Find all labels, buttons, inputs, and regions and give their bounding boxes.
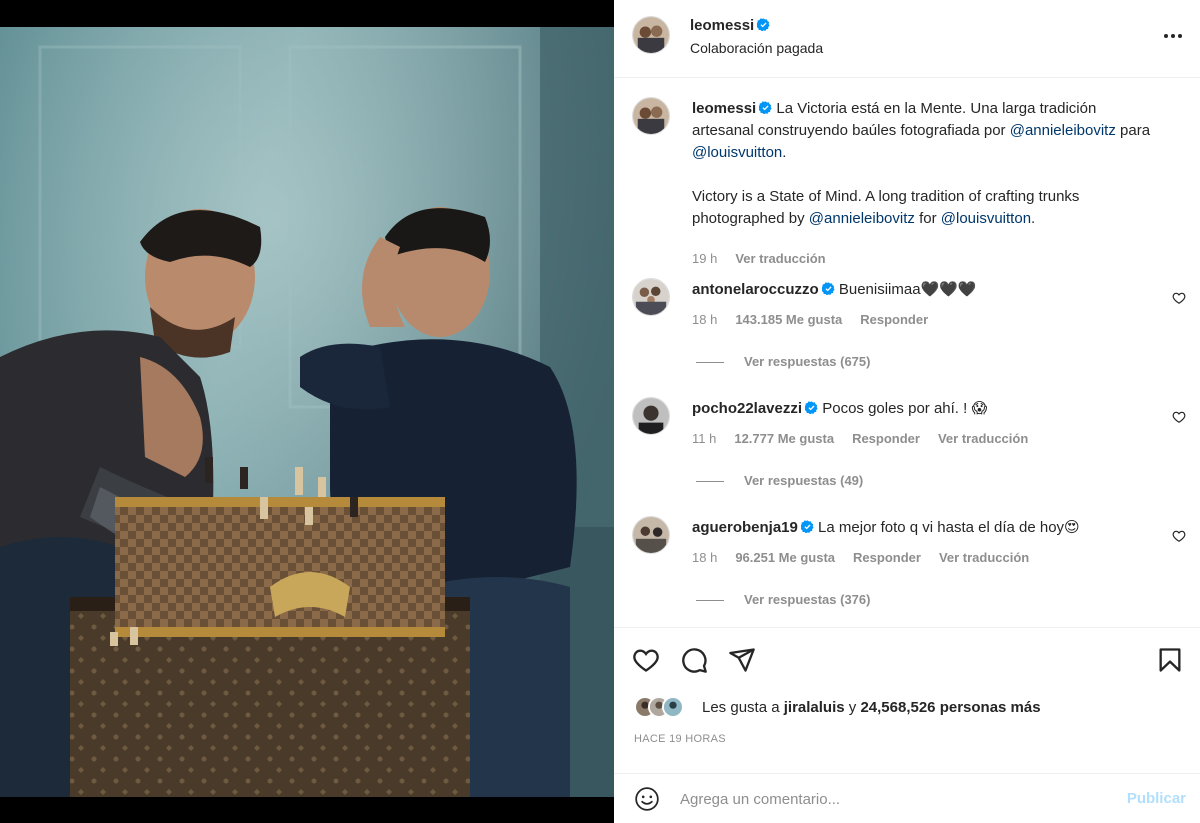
action-bar: Les gusta a jiralaluis y 24,568,526 pers… <box>614 627 1200 787</box>
commenter-avatar[interactable] <box>632 278 670 316</box>
verified-icon <box>805 401 818 414</box>
verified-icon <box>759 101 772 114</box>
verified-icon <box>757 18 770 31</box>
author-username[interactable]: leomessi <box>690 17 770 34</box>
post-timestamp[interactable]: HACE 19 HORAS <box>634 733 726 745</box>
post-panel: leomessi Colaboración pagada leomessi La… <box>614 0 1200 823</box>
comment-meta: 18 h 96.251 Me gusta Responder Ver traducci… <box>692 550 1047 565</box>
post-header: leomessi Colaboración pagada <box>614 0 1200 78</box>
likes-joiner: y <box>848 699 857 716</box>
view-replies-button[interactable]: Ver respuestas (675) <box>696 354 870 369</box>
mention-link[interactable]: @louisvuitton <box>692 144 782 161</box>
replies-divider <box>696 362 724 364</box>
caption-es-mid: para <box>1120 122 1151 139</box>
caption-meta: 19 h Ver traducción <box>692 251 844 266</box>
comment-likes[interactable]: 12.777 Me gusta <box>734 431 834 446</box>
comment-time[interactable]: 11 h <box>692 431 716 446</box>
view-replies-button[interactable]: Ver respuestas (376) <box>696 592 870 607</box>
comment-text: pocho22lavezzi Pocos goles por ahí. ! 😱 <box>692 398 1162 420</box>
replies-count: Ver respuestas (49) <box>744 473 864 488</box>
view-replies-button[interactable]: Ver respuestas (49) <box>696 473 863 488</box>
translate-link[interactable]: Ver traducción <box>938 431 1028 446</box>
replies-divider <box>696 600 724 602</box>
liker-username[interactable]: jiralaluis <box>784 699 845 716</box>
comments-section[interactable]: leomessi La Victoria está en la Mente. U… <box>614 79 1200 627</box>
comment-text: antonelaroccuzzo Buenisiimaa🖤🖤🖤 <box>692 279 1162 301</box>
replies-count: Ver respuestas (376) <box>744 592 871 607</box>
share-icon[interactable] <box>728 646 756 674</box>
emoji-icon[interactable] <box>634 786 660 812</box>
translate-link[interactable]: Ver traducción <box>939 550 1029 565</box>
add-comment-bar: Publicar <box>614 773 1200 823</box>
caption-time[interactable]: 19 h <box>692 251 717 266</box>
liker-avatar <box>662 696 684 718</box>
comment-content: Buenisiimaa🖤🖤🖤 <box>838 281 977 298</box>
reply-button[interactable]: Responder <box>852 431 920 446</box>
author-avatar[interactable] <box>632 16 670 54</box>
post-image[interactable] <box>0 0 614 823</box>
caption-en-end: . <box>1031 210 1036 227</box>
comment-likes[interactable]: 96.251 Me gusta <box>735 550 835 565</box>
likes-count[interactable]: 24,568,526 personas más <box>860 699 1040 716</box>
comment-meta: 18 h 143.185 Me gusta Responder <box>692 312 946 327</box>
commenter-username[interactable]: pocho22lavezzi <box>692 400 802 417</box>
heart-icon[interactable] <box>632 646 660 674</box>
comment-meta: 11 h 12.777 Me gusta Responder Ver traducci… <box>692 431 1046 446</box>
caption-username[interactable]: leomessi <box>692 100 756 117</box>
comment-likes[interactable]: 143.185 Me gusta <box>735 312 842 327</box>
comment-content: Pocos goles por ahí. ! 😱 <box>822 400 988 417</box>
chess-photo <box>0 27 614 797</box>
comment-icon[interactable] <box>680 646 708 674</box>
comment-text: aguerobenja19 La mejor foto q vi hasta e… <box>692 517 1162 539</box>
reply-button[interactable]: Responder <box>853 550 921 565</box>
verified-icon <box>821 282 835 295</box>
paid-partnership-label[interactable]: Colaboración pagada <box>690 40 823 56</box>
commenter-username[interactable]: antonelaroccuzzo <box>692 281 819 298</box>
comment-input[interactable] <box>680 788 1100 810</box>
comment-time[interactable]: 18 h <box>692 312 717 327</box>
commenter-avatar[interactable] <box>632 397 670 435</box>
mention-link[interactable]: @louisvuitton <box>941 210 1031 227</box>
caption-text: leomessi La Victoria está en la Mente. U… <box>692 98 1162 252</box>
commenter-avatar[interactable] <box>632 516 670 554</box>
comment-like-heart-icon[interactable] <box>1172 410 1186 424</box>
bookmark-icon[interactable] <box>1156 646 1184 674</box>
caption-es-end: . <box>782 144 787 161</box>
verified-icon <box>800 520 814 533</box>
caption-en-mid: for <box>919 210 937 227</box>
likes-prefix: Les gusta a <box>702 699 780 716</box>
comment-time[interactable]: 18 h <box>692 550 717 565</box>
reply-button[interactable]: Responder <box>860 312 928 327</box>
comment-like-heart-icon[interactable] <box>1172 529 1186 543</box>
likes-text: Les gusta a jiralaluis y 24,568,526 pers… <box>702 699 1041 716</box>
replies-count: Ver respuestas (675) <box>744 354 871 369</box>
publish-button[interactable]: Publicar <box>1127 790 1186 807</box>
caption-avatar[interactable] <box>632 97 670 135</box>
comment-content: La mejor foto q vi hasta el día de hoy😍 <box>818 519 1080 536</box>
mention-link[interactable]: @annieleibovitz <box>1010 122 1116 139</box>
mention-link[interactable]: @annieleibovitz <box>809 210 915 227</box>
commenter-username[interactable]: aguerobenja19 <box>692 519 798 536</box>
replies-divider <box>696 481 724 483</box>
comment-like-heart-icon[interactable] <box>1172 291 1186 305</box>
more-horizontal-icon[interactable] <box>1162 26 1184 46</box>
translate-link[interactable]: Ver traducción <box>735 251 825 266</box>
